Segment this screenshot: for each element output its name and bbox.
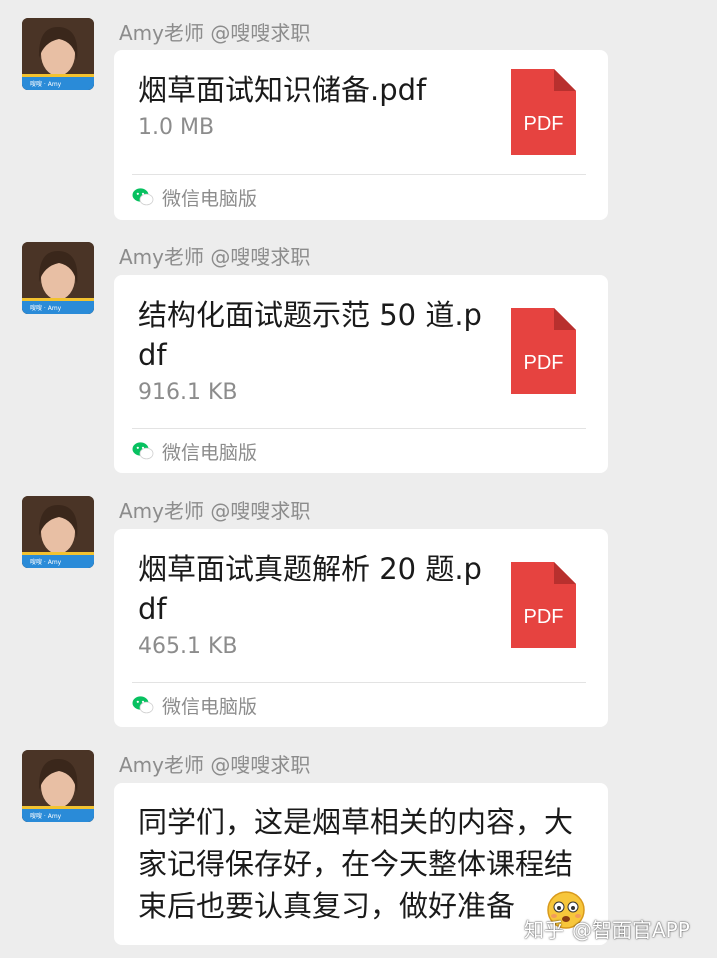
file-size: 465.1 KB (138, 634, 238, 659)
source-row: 微信电脑版 (132, 183, 257, 211)
avatar-image: 嗖嗖 · Amy (22, 242, 94, 314)
svg-text:嗖嗖 · Amy: 嗖嗖 · Amy (30, 812, 62, 820)
source-row: 微信电脑版 (132, 437, 257, 465)
avatar[interactable]: 嗖嗖 · Amy (22, 750, 94, 822)
avatar-image: 嗖嗖 · Amy (22, 496, 94, 568)
file-name: 烟草面试知识储备.pdf (138, 73, 427, 107)
avatar[interactable]: 嗖嗖 · Amy (22, 18, 94, 90)
source-label: 微信电脑版 (162, 187, 258, 210)
divider (132, 682, 586, 683)
sender-name: Amy老师 @嗖嗖求职 (119, 21, 311, 45)
file-size: 916.1 KB (138, 380, 238, 405)
avatar-image: 嗖嗖 · Amy (22, 750, 94, 822)
file-message-card[interactable]: 结构化面试题示范 50 道.pdf 916.1 KB PDF 微信电脑版 (114, 275, 608, 473)
pdf-file-icon: PDF (511, 308, 576, 394)
sender-name: Amy老师 @嗖嗖求职 (119, 245, 311, 269)
pdf-icon-label: PDF (524, 113, 564, 135)
file-message-card[interactable]: 烟草面试真题解析 20 题.pdf 465.1 KB PDF 微信电脑版 (114, 529, 608, 727)
avatar[interactable]: 嗖嗖 · Amy (22, 242, 94, 314)
svg-text:嗖嗖 · Amy: 嗖嗖 · Amy (30, 80, 62, 88)
svg-text:嗖嗖 · Amy: 嗖嗖 · Amy (30, 304, 62, 312)
wechat-icon (132, 442, 154, 460)
file-size: 1.0 MB (138, 115, 215, 140)
pdf-icon-label: PDF (524, 352, 564, 374)
message-text: 同学们，这是烟草相关的内容，大家记得保存好，在今天整体课程结束后也要认真复习，做… (138, 805, 574, 923)
avatar-image: 嗖嗖 · Amy (22, 18, 94, 90)
sender-name: Amy老师 @嗖嗖求职 (119, 753, 311, 777)
source-row: 微信电脑版 (132, 691, 257, 719)
divider (132, 428, 586, 429)
file-name: 烟草面试真题解析 20 题.pdf (138, 552, 482, 626)
watermark-handle: @智面官APP (572, 918, 690, 942)
sender-name: Amy老师 @嗖嗖求职 (119, 499, 311, 523)
wechat-icon (132, 188, 154, 206)
source-label: 微信电脑版 (162, 441, 258, 464)
file-message-card[interactable]: 烟草面试知识储备.pdf 1.0 MB PDF 微信电脑版 (114, 50, 608, 220)
pdf-file-icon: PDF (511, 69, 576, 155)
pdf-file-icon: PDF (511, 562, 576, 648)
watermark-site: 知乎 (524, 918, 564, 942)
source-label: 微信电脑版 (162, 695, 258, 718)
avatar[interactable]: 嗖嗖 · Amy (22, 496, 94, 568)
watermark: 知乎 @智面官APP (524, 914, 690, 943)
divider (132, 174, 586, 175)
svg-text:嗖嗖 · Amy: 嗖嗖 · Amy (30, 558, 62, 566)
pdf-icon-label: PDF (524, 606, 564, 628)
file-name: 结构化面试题示范 50 道.pdf (138, 298, 482, 372)
wechat-icon (132, 696, 154, 714)
